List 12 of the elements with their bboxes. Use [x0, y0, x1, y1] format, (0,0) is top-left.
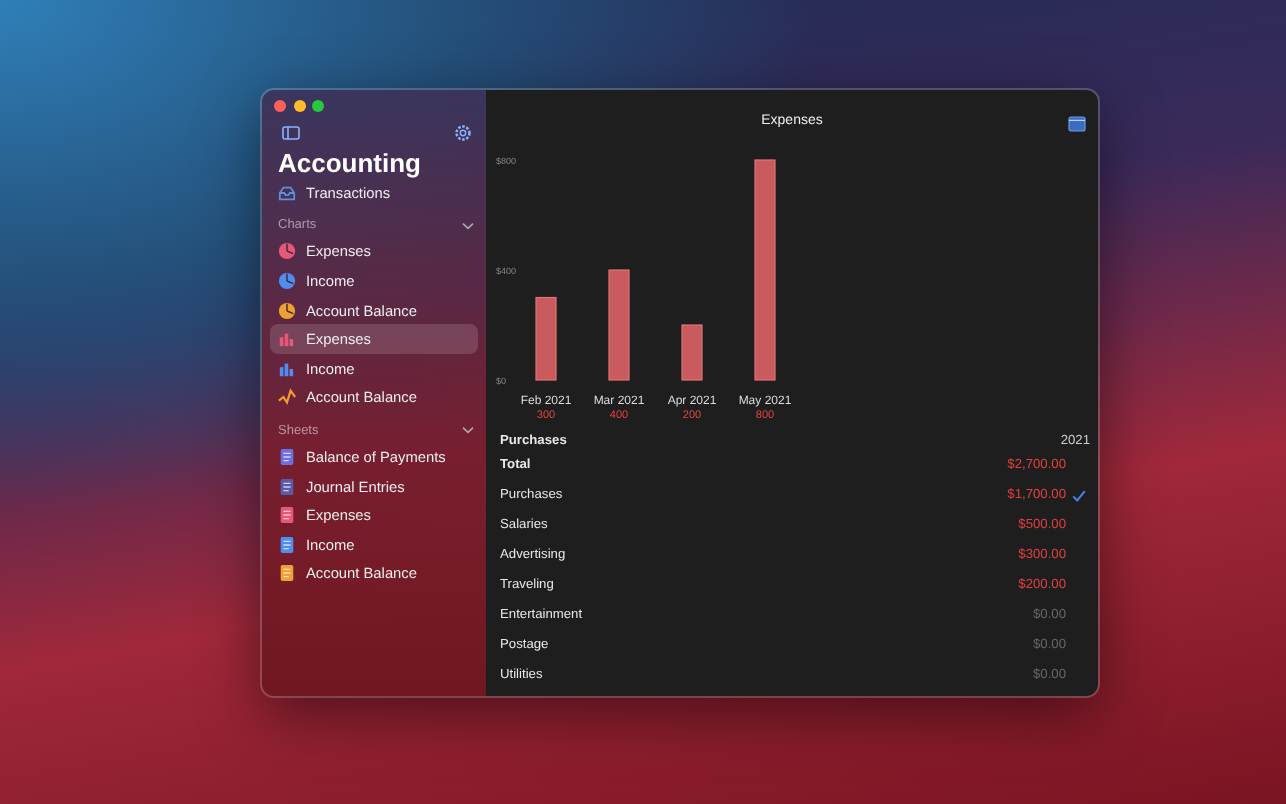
zoom-button[interactable]: [312, 100, 324, 112]
minimize-button[interactable]: [293, 100, 305, 112]
chevron-icon[interactable]: [462, 426, 474, 435]
close-button[interactable]: [274, 100, 286, 112]
app-title: Accounting: [278, 148, 423, 178]
bar: [535, 296, 557, 381]
bar: [681, 324, 703, 381]
sidebar-toggle-icon[interactable]: [282, 126, 300, 140]
settings-icon[interactable]: [454, 124, 472, 142]
bar: [608, 269, 630, 381]
chevron-icon[interactable]: [462, 221, 474, 230]
window-icon[interactable]: [1068, 116, 1086, 132]
